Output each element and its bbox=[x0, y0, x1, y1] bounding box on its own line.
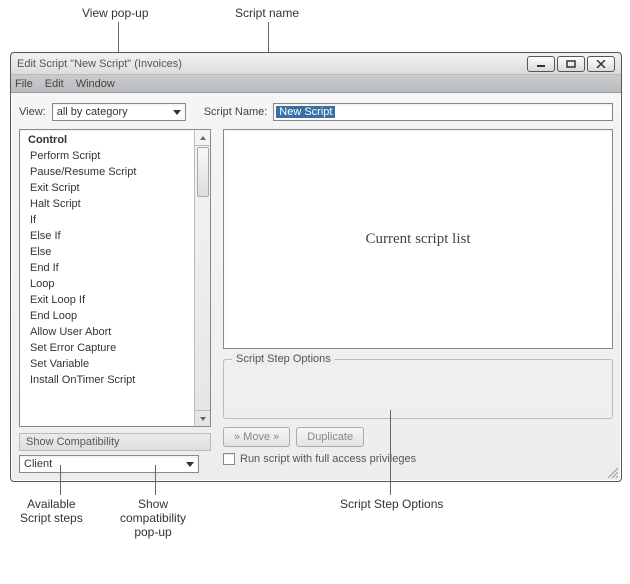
list-item[interactable]: Allow User Abort bbox=[20, 324, 194, 340]
window-title: Edit Script "New Script" (Invoices) bbox=[17, 58, 525, 70]
callout-view-popup: View pop-up bbox=[82, 6, 149, 20]
list-item[interactable]: Else bbox=[20, 244, 194, 260]
compatibility-select[interactable]: Client bbox=[19, 455, 199, 473]
move-button[interactable]: » Move » bbox=[223, 427, 290, 447]
list-item[interactable]: Pause/Resume Script bbox=[20, 164, 194, 180]
duplicate-button[interactable]: Duplicate bbox=[296, 427, 364, 447]
minimize-button[interactable] bbox=[527, 56, 555, 72]
show-compatibility-label: Show Compatibility bbox=[19, 433, 211, 451]
current-script-list[interactable]: Current script list bbox=[223, 129, 613, 349]
menu-window[interactable]: Window bbox=[76, 78, 115, 90]
callout-show-compat: Show compatibility pop-up bbox=[120, 497, 186, 539]
menu-file[interactable]: File bbox=[15, 78, 33, 90]
scroll-thumb[interactable] bbox=[197, 147, 209, 197]
script-name-label: Script Name: bbox=[204, 106, 268, 118]
scroll-up-icon[interactable] bbox=[195, 130, 210, 146]
titlebar: Edit Script "New Script" (Invoices) bbox=[11, 53, 621, 75]
menu-edit[interactable]: Edit bbox=[45, 78, 64, 90]
callout-script-name: Script name bbox=[235, 6, 299, 20]
list-item[interactable]: Perform Script bbox=[20, 148, 194, 164]
list-item[interactable]: Install OnTimer Script bbox=[20, 372, 194, 388]
chevron-down-icon bbox=[186, 462, 194, 467]
close-button[interactable] bbox=[587, 56, 615, 72]
list-item[interactable]: End Loop bbox=[20, 308, 194, 324]
view-select-value: all by category bbox=[57, 106, 128, 118]
callout-available-steps: Available Script steps bbox=[20, 497, 83, 525]
resize-grip-icon[interactable] bbox=[606, 466, 618, 478]
scrollbar[interactable] bbox=[194, 130, 210, 426]
list-item[interactable]: Else If bbox=[20, 228, 194, 244]
view-label: View: bbox=[19, 106, 46, 118]
menubar: File Edit Window bbox=[11, 75, 621, 93]
steps-category-header: Control bbox=[20, 132, 194, 148]
window-body: View: all by category Script Name: New S… bbox=[11, 93, 621, 481]
list-item[interactable]: Loop bbox=[20, 276, 194, 292]
compatibility-value: Client bbox=[24, 458, 52, 470]
callout-line bbox=[155, 465, 156, 495]
script-name-input[interactable]: New Script bbox=[273, 103, 613, 121]
list-item[interactable]: Exit Script bbox=[20, 180, 194, 196]
callout-script-step-options: Script Step Options bbox=[340, 497, 443, 511]
options-legend: Script Step Options bbox=[232, 353, 335, 365]
script-step-options-box: Script Step Options bbox=[223, 359, 613, 419]
callout-line bbox=[390, 410, 391, 495]
view-select[interactable]: all by category bbox=[52, 103, 186, 121]
maximize-button[interactable] bbox=[557, 56, 585, 72]
script-steps-list[interactable]: Control Perform Script Pause/Resume Scri… bbox=[19, 129, 211, 427]
list-item[interactable]: Exit Loop If bbox=[20, 292, 194, 308]
edit-script-window: Edit Script "New Script" (Invoices) File… bbox=[10, 52, 622, 482]
chevron-down-icon bbox=[173, 110, 181, 115]
full-access-checkbox[interactable] bbox=[223, 453, 235, 465]
script-area-callout: Current script list bbox=[366, 231, 471, 248]
script-name-value: New Script bbox=[276, 106, 335, 118]
list-item[interactable]: Set Variable bbox=[20, 356, 194, 372]
callout-line bbox=[60, 465, 61, 495]
scroll-down-icon[interactable] bbox=[195, 410, 210, 426]
list-item[interactable]: Set Error Capture bbox=[20, 340, 194, 356]
list-item[interactable]: If bbox=[20, 212, 194, 228]
list-item[interactable]: Halt Script bbox=[20, 196, 194, 212]
list-item[interactable]: End If bbox=[20, 260, 194, 276]
